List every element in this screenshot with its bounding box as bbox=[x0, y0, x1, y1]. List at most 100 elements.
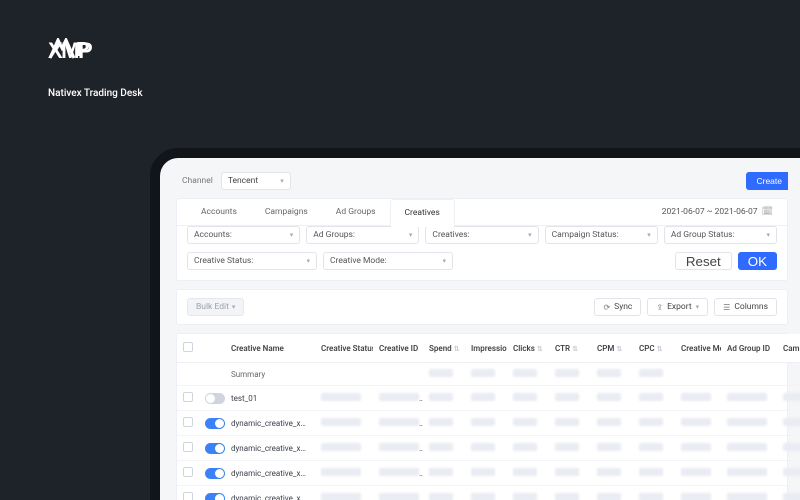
redacted-value bbox=[727, 418, 767, 426]
table-row: dynamic_creative_xm... bbox=[177, 461, 800, 486]
col-creative-status[interactable]: Creative Status bbox=[315, 334, 373, 363]
redacted-value bbox=[429, 418, 453, 426]
redacted-value bbox=[639, 393, 663, 401]
redacted-value bbox=[681, 418, 711, 426]
bulk-edit-button[interactable]: Bulk Edit▾ bbox=[187, 298, 244, 316]
col-campaign-id[interactable]: Campaign ID bbox=[777, 334, 800, 363]
chevron-down-icon: ▾ bbox=[280, 177, 284, 185]
redacted-value bbox=[513, 468, 537, 476]
redacted-value bbox=[513, 393, 537, 401]
export-button[interactable]: ⇪Export▾ bbox=[647, 298, 708, 316]
date-range-picker[interactable]: 2021-06-07 ~ 2021-06-07 🗓 bbox=[662, 207, 777, 217]
status-toggle[interactable] bbox=[205, 443, 225, 454]
redacted-value bbox=[727, 393, 767, 401]
redacted-value bbox=[639, 443, 663, 451]
row-checkbox[interactable] bbox=[183, 467, 193, 477]
chevron-down-icon: ▾ bbox=[696, 303, 700, 311]
redacted-value bbox=[727, 468, 767, 476]
tab-adgroups[interactable]: Ad Groups bbox=[322, 199, 390, 225]
tab-campaigns[interactable]: Campaigns bbox=[251, 199, 322, 225]
channel-select[interactable]: Tencent ▾ bbox=[221, 172, 291, 190]
redacted-value bbox=[681, 393, 711, 401]
col-spend[interactable]: Spend⇅ bbox=[423, 334, 465, 363]
redacted-value bbox=[321, 443, 361, 451]
redacted-value bbox=[429, 443, 453, 451]
redacted-value bbox=[727, 493, 767, 500]
cell-creative-name[interactable]: test_01 bbox=[225, 386, 315, 411]
redacted-value bbox=[555, 418, 579, 426]
redacted-value bbox=[597, 468, 621, 476]
brand-subtitle: Nativex Trading Desk bbox=[48, 88, 143, 99]
status-toggle[interactable] bbox=[205, 393, 225, 404]
date-range-text: 2021-06-07 ~ 2021-06-07 bbox=[662, 207, 758, 217]
filter-creative-status[interactable]: Creative Status:▾ bbox=[187, 252, 317, 270]
redacted-value bbox=[379, 493, 419, 500]
brand-block: P XMP Nativex Trading Desk bbox=[48, 38, 143, 99]
tab-accounts[interactable]: Accounts bbox=[187, 199, 251, 225]
row-checkbox[interactable] bbox=[183, 417, 193, 427]
calendar-icon: 🗓 bbox=[762, 207, 773, 217]
redacted-value bbox=[471, 393, 495, 401]
col-impressions[interactable]: Impressions⇅ bbox=[465, 334, 507, 363]
status-toggle[interactable] bbox=[205, 418, 225, 429]
redacted-value bbox=[783, 468, 800, 476]
row-checkbox[interactable] bbox=[183, 392, 193, 402]
select-all-checkbox[interactable] bbox=[183, 342, 193, 352]
col-cpm[interactable]: CPM⇅ bbox=[591, 334, 633, 363]
chevron-down-icon: ▾ bbox=[290, 231, 294, 239]
row-checkbox[interactable] bbox=[183, 442, 193, 452]
sync-button[interactable]: ⟳Sync bbox=[594, 298, 641, 316]
redacted-value bbox=[555, 468, 579, 476]
chevron-down-icon: ▾ bbox=[306, 257, 310, 265]
channel-value: Tencent bbox=[228, 176, 258, 186]
redacted-value bbox=[379, 443, 419, 451]
ok-button[interactable]: OK bbox=[738, 252, 777, 270]
col-ctr[interactable]: CTR⇅ bbox=[549, 334, 591, 363]
chevron-down-icon: ▾ bbox=[528, 231, 532, 239]
col-clicks[interactable]: Clicks⇅ bbox=[507, 334, 549, 363]
chevron-down-icon: ▾ bbox=[442, 257, 446, 265]
filter-accounts[interactable]: Accounts:▾ bbox=[187, 226, 300, 244]
redacted-value bbox=[321, 468, 361, 476]
cell-creative-name[interactable]: dynamic_creative_xm... bbox=[225, 486, 315, 500]
col-creative-name[interactable]: Creative Name bbox=[225, 334, 315, 363]
filter-creative-mode[interactable]: Creative Mode:▾ bbox=[323, 252, 453, 270]
redacted-value bbox=[727, 443, 767, 451]
filter-campaign-status[interactable]: Campaign Status:▾ bbox=[545, 226, 658, 244]
row-checkbox[interactable] bbox=[183, 492, 193, 500]
table-row: dynamic_creative_xm... bbox=[177, 436, 800, 461]
redacted-value bbox=[597, 443, 621, 451]
tabs: Accounts Campaigns Ad Groups Creatives bbox=[187, 199, 455, 225]
redacted-value bbox=[321, 493, 361, 500]
redacted-value bbox=[471, 418, 495, 426]
status-toggle[interactable] bbox=[205, 493, 225, 500]
cell-creative-name[interactable]: dynamic_creative_xm... bbox=[225, 436, 315, 461]
col-adgroup-id[interactable]: Ad Group ID bbox=[721, 334, 777, 363]
col-creative-mode[interactable]: Creative Mode bbox=[675, 334, 721, 363]
cell-creative-name[interactable]: dynamic_creative_xm... bbox=[225, 411, 315, 436]
reset-button[interactable]: Reset bbox=[675, 252, 732, 270]
redacted-value bbox=[513, 443, 537, 451]
filter-adgroup-status[interactable]: Ad Group Status:▾ bbox=[664, 226, 777, 244]
cell-creative-name[interactable]: dynamic_creative_xm... bbox=[225, 461, 315, 486]
redacted-value bbox=[513, 418, 537, 426]
status-toggle[interactable] bbox=[205, 468, 225, 479]
filter-creatives[interactable]: Creatives:▾ bbox=[425, 226, 538, 244]
table-row: test_01 bbox=[177, 386, 800, 411]
col-cpc[interactable]: CPC⇅ bbox=[633, 334, 675, 363]
redacted-value bbox=[639, 493, 663, 500]
redacted-value bbox=[379, 468, 419, 476]
filter-adgroups[interactable]: Ad Groups:▾ bbox=[306, 226, 419, 244]
columns-button[interactable]: ☰Columns bbox=[714, 298, 777, 316]
create-button[interactable]: Create bbox=[746, 172, 788, 190]
brand-logo: P XMP bbox=[48, 38, 143, 86]
chevron-down-icon: ▾ bbox=[647, 231, 651, 239]
col-creative-id[interactable]: Creative ID bbox=[373, 334, 423, 363]
tab-creatives[interactable]: Creatives bbox=[390, 199, 455, 226]
redacted-value bbox=[597, 493, 621, 500]
redacted-value bbox=[471, 443, 495, 451]
redacted-value bbox=[783, 418, 800, 426]
redacted-value bbox=[379, 418, 419, 426]
channel-label: Channel bbox=[182, 176, 213, 186]
redacted-value bbox=[321, 418, 361, 426]
